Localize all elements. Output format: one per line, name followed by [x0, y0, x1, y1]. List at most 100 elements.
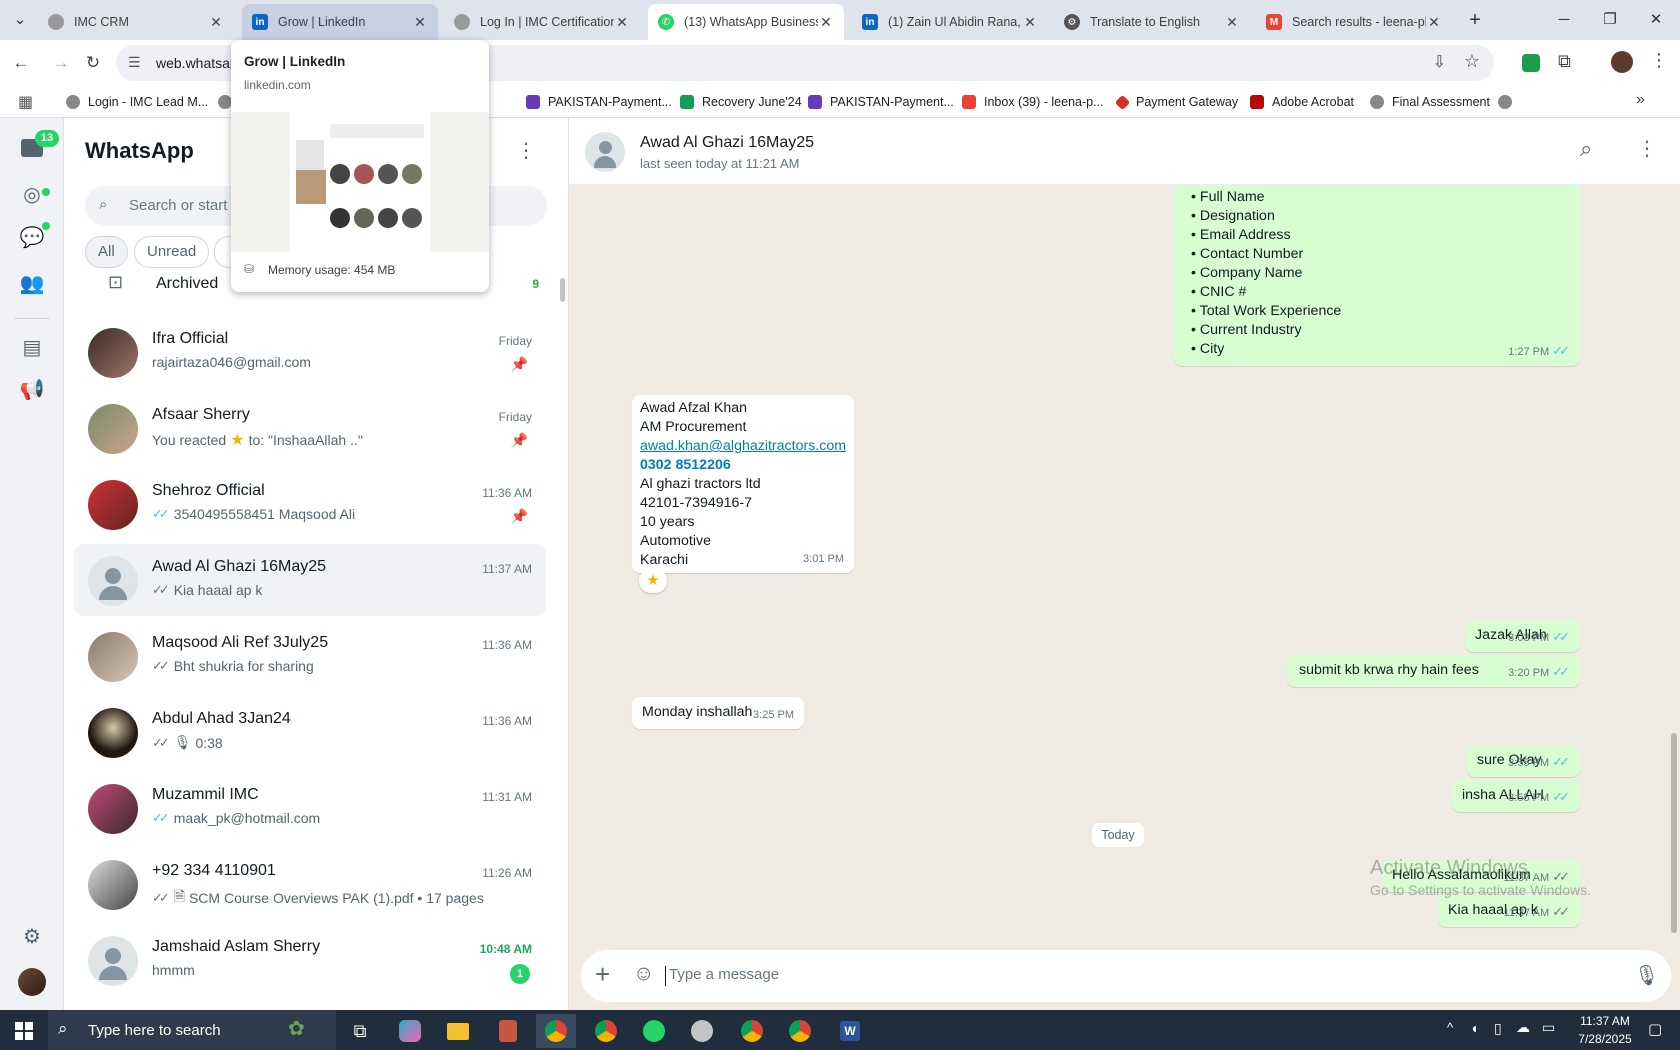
- close-icon[interactable]: ✕: [818, 14, 834, 30]
- chat-row-muzammil[interactable]: Muzammil IMC ✓✓ maak_pk@hotmail.com 11:3…: [74, 772, 546, 844]
- close-icon[interactable]: ✕: [412, 14, 428, 30]
- bookmark-adobe-acrobat[interactable]: Adobe Acrobat: [1250, 91, 1354, 113]
- new-tab-button[interactable]: +: [1463, 8, 1487, 32]
- chat-menu-icon[interactable]: ⋮: [1637, 136, 1657, 161]
- double-tick-icon: ✓✓: [1552, 629, 1570, 644]
- chat-preview: hmmm: [152, 962, 195, 978]
- sidebar-menu-icon[interactable]: ⋮: [516, 138, 536, 163]
- bookmark-payment-gateway[interactable]: Payment Gateway: [1114, 91, 1238, 113]
- memory-icon: ⛁: [244, 262, 255, 276]
- message-line: Al ghazi tractors ltd: [640, 476, 761, 492]
- message-bubble-out: Jazak Allah 3:03 PM ✓✓: [1465, 620, 1580, 652]
- back-button[interactable]: ←: [8, 50, 34, 76]
- message-input[interactable]: Type a message: [669, 966, 779, 983]
- weather-icon[interactable]: ☁: [1516, 1019, 1530, 1036]
- catalog-icon[interactable]: ▤: [18, 334, 46, 362]
- reload-button[interactable]: ↻: [80, 50, 106, 76]
- message-scrollbar[interactable]: [1671, 733, 1677, 933]
- copilot-icon[interactable]: [390, 1014, 430, 1048]
- chat-row-phone[interactable]: +92 334 4110901 ✓✓ 🗎 SCM Course Overviews…: [74, 848, 546, 920]
- app-icon[interactable]: [682, 1014, 722, 1048]
- bookmark-recovery-june[interactable]: Recovery June'24: [680, 91, 802, 113]
- close-icon[interactable]: ✕: [1224, 14, 1240, 30]
- tab-grow-linkedin[interactable]: in Grow | LinkedIn ✕: [242, 4, 438, 40]
- extensions-puzzle-icon[interactable]: ⧉: [1558, 51, 1571, 72]
- attach-plus-icon[interactable]: +: [595, 959, 610, 990]
- ads-icon[interactable]: 📢: [18, 376, 46, 404]
- whatsapp-icon[interactable]: [634, 1014, 674, 1048]
- windows-start-icon[interactable]: [4, 1014, 44, 1048]
- search-icon[interactable]: ⌕: [1580, 136, 1592, 162]
- message-line: • Current Industry: [1191, 322, 1302, 338]
- email-link[interactable]: awad.khan@alghazitractors.com: [640, 437, 846, 456]
- reaction-star-icon[interactable]: ★: [639, 569, 667, 593]
- word-icon[interactable]: W: [830, 1014, 870, 1048]
- bookmark-star-icon[interactable]: ☆: [1464, 51, 1480, 72]
- taskbar-time[interactable]: 11:37 AM: [1575, 1014, 1635, 1028]
- bookmark-imc-lead[interactable]: Login - IMC Lead M...: [66, 91, 208, 113]
- settings-icon[interactable]: ⚙: [18, 923, 46, 951]
- window-close-button[interactable]: ✕: [1644, 8, 1668, 32]
- mic-icon[interactable]: 🎙: [1634, 963, 1659, 988]
- chat-row-shehroz[interactable]: Shehroz Official ✓✓ 3540495558451 Maqsoo…: [74, 468, 546, 540]
- emoji-icon[interactable]: ☺: [633, 962, 654, 986]
- more-bookmarks-icon[interactable]: »: [1636, 91, 1645, 109]
- bookmark-inbox[interactable]: Inbox (39) - leena-p...: [962, 91, 1104, 113]
- app-icon[interactable]: [488, 1014, 528, 1048]
- close-icon[interactable]: ✕: [614, 14, 630, 30]
- payment-gateway-icon: [1114, 94, 1131, 110]
- volume-icon[interactable]: ◖: [1470, 1020, 1478, 1036]
- tab-whatsapp-business[interactable]: ✆ (13) WhatsApp Business ✕: [648, 4, 844, 40]
- chat-time: 11:26 AM: [482, 866, 532, 880]
- taskbar-date[interactable]: 7/28/2025: [1572, 1032, 1638, 1046]
- chat-row-afsaar[interactable]: Afsaar Sherry You reacted ★ to: "InshaaAll…: [74, 392, 546, 464]
- apps-grid-icon[interactable]: ▦: [18, 92, 33, 112]
- device-icon[interactable]: ▯: [1494, 1020, 1502, 1037]
- file-explorer-icon[interactable]: [438, 1014, 478, 1048]
- close-icon[interactable]: ✕: [1022, 14, 1038, 30]
- chrome-icon[interactable]: [780, 1014, 820, 1048]
- message-bubble-out: Kia haaal ap k 11:37 AM ✓✓: [1438, 895, 1580, 927]
- chat-preview: 0:38: [195, 734, 223, 751]
- chrome-icon[interactable]: [586, 1014, 626, 1048]
- chrome-icon[interactable]: [536, 1014, 576, 1048]
- task-view-icon[interactable]: ⧉: [340, 1014, 380, 1048]
- extension-whatsapp-icon[interactable]: [1522, 54, 1540, 72]
- status-icon[interactable]: ◎: [18, 181, 46, 209]
- close-icon[interactable]: ✕: [1426, 14, 1442, 30]
- tab-preview-thumbnail: [231, 112, 489, 252]
- network-icon[interactable]: ▭: [1542, 1019, 1555, 1036]
- chrome-menu-icon[interactable]: ⋮: [1650, 50, 1668, 71]
- minimize-button[interactable]: ─: [1552, 8, 1576, 32]
- tab-search-icon[interactable]: ⌄: [8, 8, 32, 32]
- tab-imc-crm[interactable]: IMC CRM ✕: [38, 4, 234, 40]
- chrome-icon[interactable]: [732, 1014, 772, 1048]
- bookmark-pakistan-payment-2[interactable]: PAKISTAN-Payment...: [808, 91, 954, 113]
- bookmark-favicon-last[interactable]: [1498, 91, 1520, 113]
- tab-translate[interactable]: ⚙ Translate to English ✕: [1054, 4, 1250, 40]
- chat-row-awad[interactable]: Awad Al Ghazi 16May25 ✓✓ Kia haaal ap k …: [74, 544, 546, 616]
- close-icon[interactable]: ✕: [208, 14, 224, 30]
- conversation-header[interactable]: Awad Al Ghazi 16May25 last seen today at…: [569, 118, 1680, 185]
- forward-button[interactable]: →: [48, 50, 74, 76]
- chat-row-ifra[interactable]: Ifra Official rajairtaza046@gmail.com Fr…: [74, 316, 546, 388]
- profile-avatar[interactable]: [1611, 51, 1633, 73]
- chat-row-abdul-ahad[interactable]: Abdul Ahad 3Jan24 ✓✓ 🎙 0:38 11:36 AM: [74, 696, 546, 768]
- phone-link[interactable]: 0302 8512206: [640, 456, 846, 475]
- notification-icon[interactable]: ▢: [1648, 1020, 1662, 1038]
- site-info-icon[interactable]: ☰: [128, 54, 141, 71]
- install-icon[interactable]: ⇩: [1433, 52, 1446, 72]
- tray-chevron-icon[interactable]: ^: [1447, 1020, 1453, 1035]
- chat-row-jamshaid[interactable]: Jamshaid Aslam Sherry hmmm 10:48 AM 1: [74, 924, 546, 996]
- tab-linkedin-zain[interactable]: in (1) Zain Ul Abidin Rana, F ✕: [852, 4, 1048, 40]
- sidebar-scrollbar[interactable]: [560, 278, 565, 302]
- bookmark-pakistan-payment-1[interactable]: PAKISTAN-Payment...: [526, 91, 672, 113]
- communities-icon[interactable]: 👥: [18, 270, 46, 298]
- taskbar-search[interactable]: ⌕ Type here to search ✿: [48, 1010, 336, 1050]
- profile-avatar[interactable]: [18, 968, 46, 996]
- tab-gmail-search[interactable]: M Search results - leena-pk ✕: [1256, 4, 1452, 40]
- bookmark-final-assessment[interactable]: Final Assessment: [1370, 91, 1490, 113]
- chat-row-maqsood[interactable]: Maqsood Ali Ref 3July25 ✓✓ Bht shukria f…: [74, 620, 546, 692]
- restore-button[interactable]: ❐: [1598, 8, 1622, 32]
- tab-imc-certification[interactable]: Log In | IMC Certification ✕: [444, 4, 640, 40]
